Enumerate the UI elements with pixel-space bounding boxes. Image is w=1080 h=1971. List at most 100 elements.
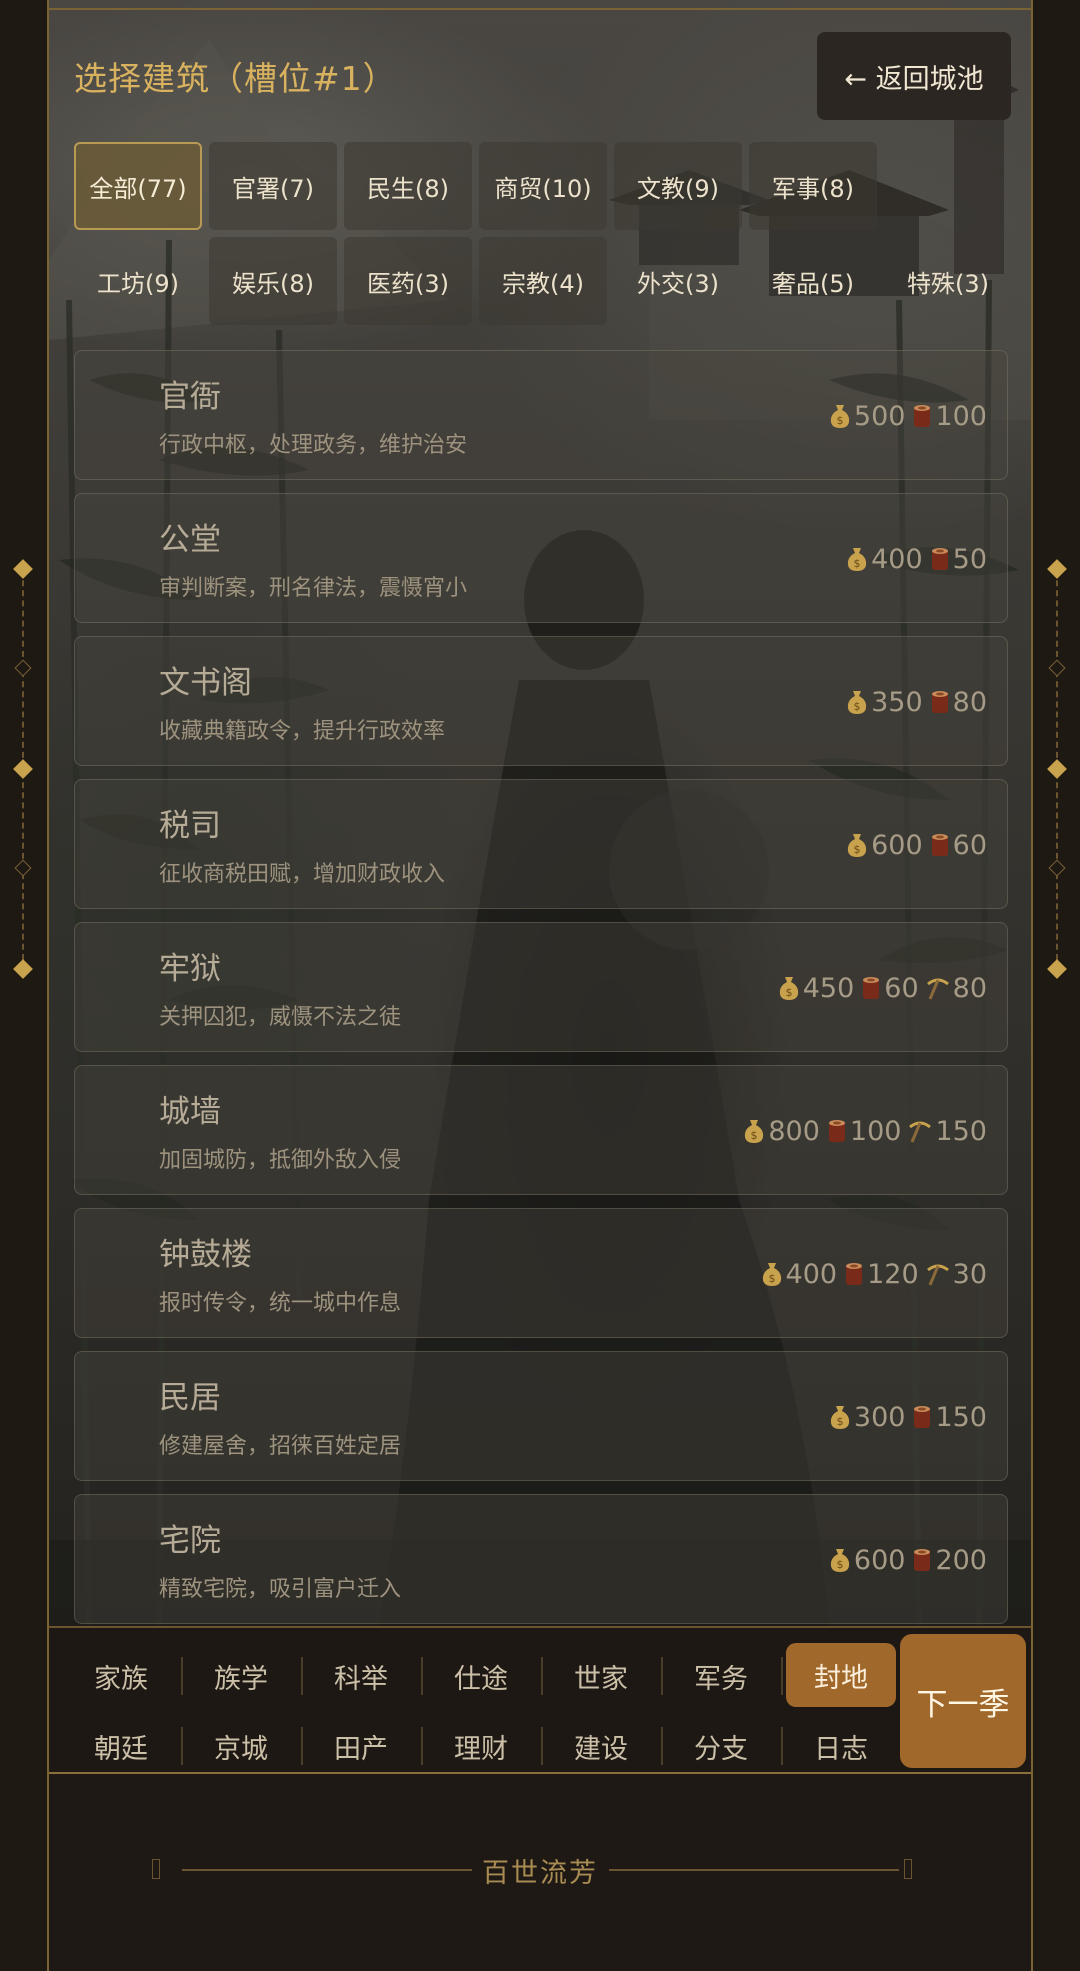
wood-log-icon [929,832,953,858]
building-description: 审判断案，刑名律法，震慑宵小 [159,576,468,601]
back-to-city-button[interactable]: ← 返回城池 [817,32,1011,120]
building-card[interactable]: 钟鼓楼报时传令，统一城中作息 $400 120 30 [74,1208,1008,1338]
nav-item[interactable]: 京城 [181,1716,301,1776]
category-tab-diplomacy[interactable]: 外交(3) [614,237,742,325]
cost-ore: 80 [925,973,987,1004]
building-name: 钟鼓楼 [159,1237,252,1273]
footer-right-line [609,1869,899,1871]
building-name: 民居 [159,1380,221,1416]
cost-value: 400 [871,543,923,575]
cost-value: 350 [871,686,923,718]
nav-item[interactable]: 家族 [61,1646,181,1706]
building-description: 精致宅院，吸引富户迁入 [159,1577,402,1602]
cost-wood: 120 [843,1259,919,1290]
nav-item[interactable]: 建设 [541,1716,661,1776]
bottom-navigation: 家族 族学 科举 仕途 世家 军务 封地朝廷 京城 田产 理财 建设 分支 日志 下一季 [49,1626,1031,1774]
cost-value: 600 [853,1544,906,1576]
building-description: 收藏典籍政令，提升行政效率 [159,719,446,744]
cost-value: 80 [952,972,987,1004]
building-card[interactable]: 城墙 加固城防，抵御外敌入侵 $800 100 150 [74,1065,1008,1195]
cost-silver: $400 [760,1259,837,1290]
svg-text:$: $ [854,557,861,570]
cost-value: 300 [853,1401,906,1433]
cost-silver: $300 [828,1401,906,1433]
wood-log-icon [929,689,953,715]
next-season-button[interactable]: 下一季 [900,1634,1026,1768]
wood-log-icon [929,546,953,572]
building-selection-panel: 选择建筑（槽位#1） ← 返回城池 全部(77) 官署(7) 民生(8) 商贸(… [49,0,1031,1626]
building-card[interactable]: 宅院精致宅院，吸引富户迁入 $600 200 [74,1494,1008,1624]
cost-ore: 30 [925,1259,987,1290]
page-title: 选择建筑（槽位#1） [74,59,397,98]
cost-silver: $800 [742,1116,820,1147]
building-card[interactable]: 牢狱 关押囚犯，威慑不法之徒 $450 60 80 [74,922,1008,1052]
cost-value: 200 [935,1544,987,1576]
category-tab-education[interactable]: 文教(9) [614,142,742,230]
nav-item[interactable]: 分支 [661,1716,781,1776]
cost-silver: $600 [845,830,923,861]
category-tab-entertainment[interactable]: 娱乐(8) [209,237,337,325]
money-bag-icon: $ [742,1118,768,1144]
nav-item[interactable]: 科举 [301,1646,421,1706]
category-tab-religion[interactable]: 宗教(4) [479,237,607,325]
cost-value: 150 [935,1401,987,1433]
cost-wood: 60 [929,830,987,861]
building-card[interactable]: 税司 征收商税田赋，增加财政收入 $600 60 [74,779,1008,909]
nav-item[interactable]: 封地 [786,1643,896,1707]
building-description: 征收商税田赋，增加财政收入 [159,862,446,887]
cost-wood: 100 [826,1116,901,1147]
left-ornament [13,550,33,980]
cost-wood: 200 [911,1545,987,1576]
cost-silver: $450 [777,973,854,1004]
building-card[interactable]: 官衙 行政中枢，处理政务，维护治安 $500 100 [74,350,1008,480]
svg-text:$: $ [836,1558,843,1571]
cost-silver: $500 [828,401,905,432]
cost-silver: $600 [828,1544,906,1576]
category-tab-all[interactable]: 全部(77) [74,142,202,230]
money-bag-icon: $ [845,689,871,715]
svg-text:$: $ [836,1415,843,1428]
category-tab-government[interactable]: 官署(7) [209,142,337,230]
cost-value: 50 [952,543,987,575]
cost-wood: 60 [860,972,919,1004]
money-bag-icon: $ [760,1261,786,1287]
cost-value: 120 [867,1258,919,1290]
cost-wood: 50 [929,544,987,575]
cost-value: 60 [884,972,919,1004]
category-tab-livelihood[interactable]: 民生(8) [344,142,472,230]
svg-text:$: $ [768,1272,775,1285]
building-description: 报时传令，统一城中作息 [159,1291,402,1316]
wood-log-icon [826,1118,850,1144]
cost-value: 600 [871,829,923,861]
building-cost: $300 150 [822,1352,987,1482]
building-cost: $600 60 [839,780,987,910]
category-tab-medicine[interactable]: 医药(3) [344,237,472,325]
category-tab-commerce[interactable]: 商贸(10) [479,142,607,230]
category-tab-military[interactable]: 军事(8) [749,142,877,230]
building-card[interactable]: 文书阁 收藏典籍政令，提升行政效率 $350 80 [74,636,1008,766]
nav-item[interactable]: 世家 [541,1646,661,1706]
nav-item[interactable]: 军务 [661,1646,781,1706]
category-tab-special[interactable]: 特殊(3) [884,237,1012,325]
svg-text:$: $ [854,843,861,856]
footer-right-cap [904,1859,912,1879]
building-card[interactable]: 公堂 审判断案，刑名律法，震慑宵小 $400 50 [74,493,1008,623]
svg-text:$: $ [785,986,792,999]
building-cost: $350 80 [839,637,987,767]
cost-silver: $400 [845,544,923,575]
cost-wood: 150 [911,1402,987,1433]
cost-value: 800 [768,1115,820,1147]
money-bag-icon: $ [828,1404,854,1430]
wood-log-icon [911,1404,935,1430]
nav-item[interactable]: 理财 [421,1716,541,1776]
nav-item[interactable]: 族学 [181,1646,301,1706]
svg-text:$: $ [836,414,843,427]
building-card[interactable]: 民居 修建屋舍，招徕百姓定居 $300 150 [74,1351,1008,1481]
category-tab-luxury[interactable]: 奢品(5) [749,237,877,325]
nav-item[interactable]: 仕途 [421,1646,541,1706]
nav-item[interactable]: 日志 [781,1716,901,1776]
nav-item[interactable]: 朝廷 [61,1716,181,1776]
category-tab-workshop[interactable]: 工坊(9) [74,237,202,325]
nav-item[interactable]: 田产 [301,1716,421,1776]
building-name: 宅院 [159,1523,221,1559]
